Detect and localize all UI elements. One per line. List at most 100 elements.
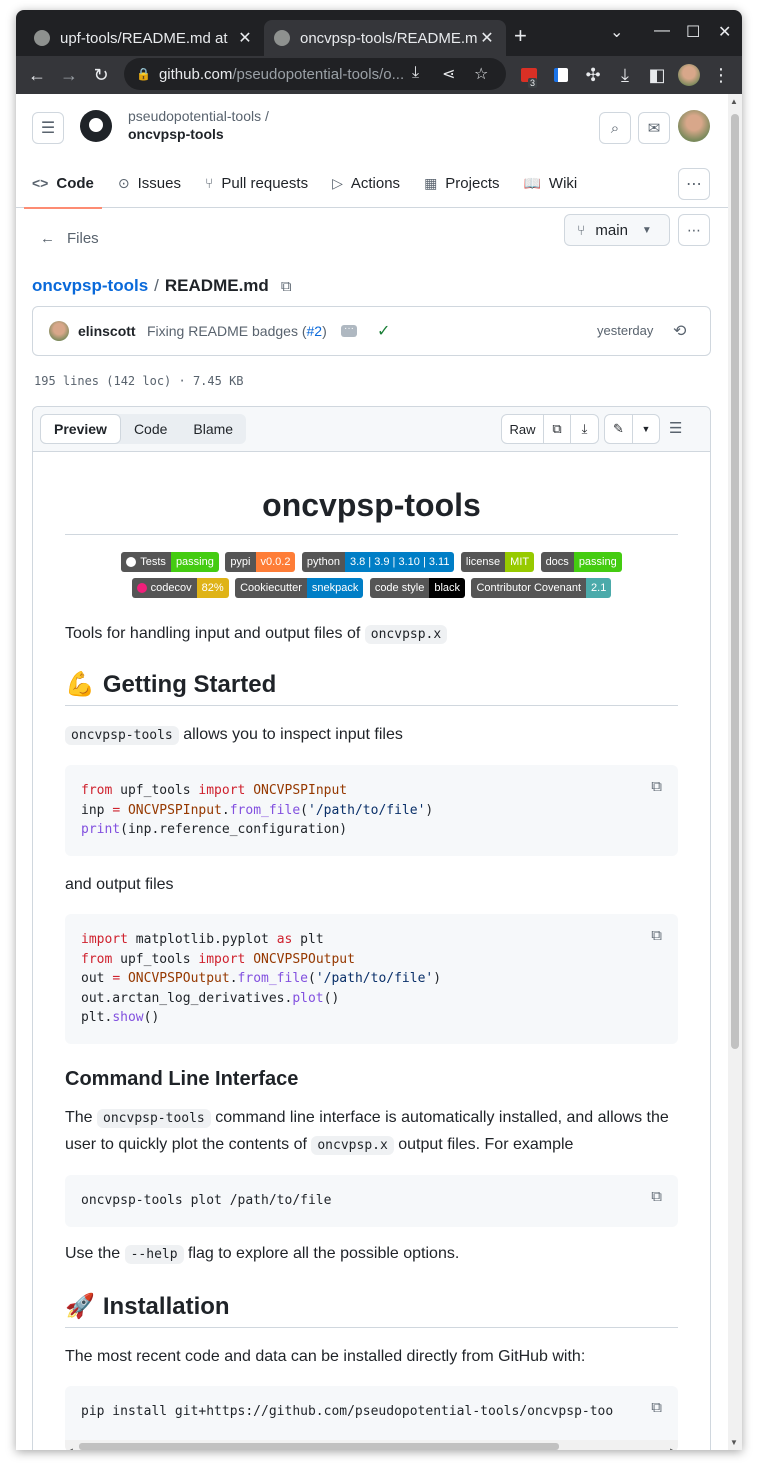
- code-block-output: import matplotlib.pyplot as plt from upf…: [65, 914, 678, 1044]
- maximize-icon[interactable]: ☐: [686, 22, 700, 42]
- user-avatar[interactable]: [678, 110, 710, 142]
- copy-code-icon[interactable]: ⧉: [647, 777, 662, 797]
- address-bar[interactable]: 🔒 github.com/pseudopotential-tools/o... …: [124, 58, 506, 90]
- codecov-icon: [136, 582, 147, 593]
- github-icon: [126, 556, 137, 567]
- git-branch-icon: ⑂: [577, 222, 586, 238]
- arrow-left-icon: ←: [40, 230, 55, 247]
- browser-tab-active[interactable]: oncvpsp-tools/README.md ✕: [264, 20, 506, 56]
- repo-owner-link[interactable]: pseudopotential-tools /: [128, 108, 269, 124]
- badge-pypi[interactable]: pypi v0.0.2: [225, 551, 296, 572]
- commit-pr-link[interactable]: #2: [307, 323, 323, 339]
- badge-tests[interactable]: Tests passing: [121, 551, 219, 572]
- github-logo-icon[interactable]: [80, 110, 112, 142]
- code-block-install: pip install git+https://github.com/pseud…: [65, 1386, 678, 1450]
- edit-actions: ✎ ▼: [604, 414, 660, 444]
- tab-actions[interactable]: ▷ Actions: [332, 158, 400, 208]
- raw-button[interactable]: Raw: [502, 415, 544, 443]
- close-tab-icon[interactable]: ✕: [236, 28, 254, 48]
- bookmark-star-icon[interactable]: ☆: [474, 64, 488, 84]
- tab-search-chevron-icon[interactable]: ⌄: [610, 22, 623, 42]
- cli-paragraph: The oncvpsp-tools command line interface…: [65, 1109, 669, 1155]
- code-block-input: from upf_tools import ONCVPSPInput inp =…: [65, 765, 678, 856]
- close-tab-icon[interactable]: ✕: [478, 28, 496, 48]
- forward-arrow-icon[interactable]: →: [56, 62, 82, 88]
- browser-tab[interactable]: upf-tools/README.md at ✕: [24, 20, 264, 56]
- file-more-button[interactable]: ⋯: [678, 214, 710, 246]
- tab-issues[interactable]: ⊙ Issues: [118, 158, 181, 208]
- branch-selector[interactable]: ⑂ main ▼: [564, 214, 670, 246]
- copy-code-icon[interactable]: ⧉: [647, 1187, 662, 1207]
- side-panel-icon[interactable]: ◧: [644, 62, 670, 88]
- badge-contributor-covenant[interactable]: Contributor Covenant 2.1: [471, 577, 612, 598]
- reload-icon[interactable]: ↻: [88, 62, 114, 88]
- tab-strip: upf-tools/README.md at ✕ oncvpsp-tools/R…: [16, 10, 742, 56]
- pull-request-icon: ⑂: [204, 175, 214, 191]
- tab-pull-requests[interactable]: ⑂ Pull requests: [205, 158, 308, 208]
- github-favicon-icon: [274, 30, 290, 46]
- horizontal-scrollbar[interactable]: ◀▶: [65, 1440, 678, 1450]
- badge-cookiecutter[interactable]: Cookiecutter snekpack: [235, 577, 364, 598]
- tab-title: upf-tools/README.md at: [60, 29, 228, 47]
- extension-blue-icon[interactable]: [548, 62, 574, 88]
- tab-wiki[interactable]: 📖 Wiki: [523, 158, 577, 208]
- check-icon[interactable]: ✓: [377, 321, 390, 341]
- badge-codecov[interactable]: codecov 82%: [131, 577, 229, 598]
- inbox-icon[interactable]: ✉: [638, 112, 670, 144]
- browser-toolbar: ← → ↻ 🔒 github.com/pseudopotential-tools…: [16, 56, 742, 94]
- download-icon[interactable]: ⤓: [612, 62, 638, 88]
- more-nav-button[interactable]: ⋯: [678, 168, 710, 200]
- copy-path-icon[interactable]: ⧉: [281, 278, 292, 295]
- copy-raw-icon[interactable]: ⧉: [544, 415, 571, 443]
- history-icon[interactable]: ⟲: [673, 321, 686, 341]
- download-raw-icon[interactable]: ⤓: [571, 415, 598, 443]
- inline-code: --help: [124, 1245, 184, 1264]
- copy-code-icon[interactable]: ⧉: [647, 1398, 662, 1418]
- edit-caret-down-icon[interactable]: ▼: [633, 415, 659, 443]
- repo-nav: <> Code ⊙ Issues ⑂ Pull requests ▷ Actions ▦…: [24, 158, 601, 209]
- repo-header: ☰ pseudopotential-tools / oncvpsp-tools …: [16, 94, 728, 209]
- badge-code-style[interactable]: code style black: [369, 577, 466, 598]
- file-viewer: Preview Code Blame Raw ⧉ ⤓ ✎ ▼ ☰ oncvpsp…: [32, 406, 711, 1450]
- commit-author[interactable]: elinscott: [78, 323, 136, 339]
- page-scrollbar[interactable]: ▲ ▼: [728, 94, 742, 1450]
- raw-actions: Raw ⧉ ⤓: [501, 414, 599, 444]
- close-window-icon[interactable]: ✕: [718, 22, 731, 42]
- badge-docs[interactable]: docs passing: [540, 551, 622, 572]
- pencil-icon[interactable]: ✎: [605, 415, 633, 443]
- commit-author-avatar[interactable]: [49, 321, 69, 341]
- expand-commit-icon[interactable]: ···: [341, 324, 357, 337]
- back-arrow-icon[interactable]: ←: [24, 62, 50, 88]
- hamburger-menu-icon[interactable]: ☰: [32, 112, 64, 144]
- readme-content: oncvpsp-tools Tests passing pypi v0.0.2 py…: [65, 487, 678, 1450]
- badge-license[interactable]: license MIT: [460, 551, 535, 572]
- tab-code-view[interactable]: Code: [121, 414, 180, 444]
- breadcrumb: oncvpsp-tools / README.md ⧉: [32, 276, 292, 296]
- readme-title: oncvpsp-tools: [65, 487, 678, 535]
- outline-list-icon[interactable]: ☰: [669, 419, 682, 437]
- badge-python[interactable]: python 3.8 | 3.9 | 3.10 | 3.11: [301, 551, 455, 572]
- tab-blame[interactable]: Blame: [180, 414, 246, 444]
- scrollbar-thumb[interactable]: [731, 114, 739, 1049]
- commit-message[interactable]: Fixing README badges (#2): [147, 323, 327, 339]
- install-app-icon[interactable]: ⤓: [412, 64, 419, 82]
- code-block-cli: oncvpsp-tools plot /path/to/file ⧉: [65, 1175, 678, 1227]
- tab-projects[interactable]: ▦ Projects: [424, 158, 499, 208]
- search-icon[interactable]: ⌕: [599, 112, 631, 144]
- getting-started-paragraph: oncvpsp-tools allows you to inspect inpu…: [65, 722, 678, 749]
- minimize-icon[interactable]: —: [654, 22, 670, 40]
- viewer-header: Preview Code Blame Raw ⧉ ⤓ ✎ ▼ ☰: [33, 407, 710, 452]
- browser-menu-icon[interactable]: ⋮: [708, 62, 734, 88]
- copy-code-icon[interactable]: ⧉: [647, 926, 662, 946]
- extensions-puzzle-icon[interactable]: ✣: [580, 62, 606, 88]
- play-icon: ▷: [332, 174, 343, 191]
- repo-name-link[interactable]: oncvpsp-tools: [128, 126, 224, 142]
- breadcrumb-repo-link[interactable]: oncvpsp-tools: [32, 276, 148, 296]
- commit-time: yesterday: [597, 323, 654, 338]
- tab-code[interactable]: <> Code: [24, 158, 102, 209]
- profile-avatar[interactable]: [676, 62, 702, 88]
- new-tab-button[interactable]: +: [514, 23, 527, 49]
- files-back-link[interactable]: ← Files: [40, 230, 99, 247]
- tab-preview[interactable]: Preview: [40, 414, 121, 444]
- share-icon[interactable]: ⋖: [442, 64, 455, 84]
